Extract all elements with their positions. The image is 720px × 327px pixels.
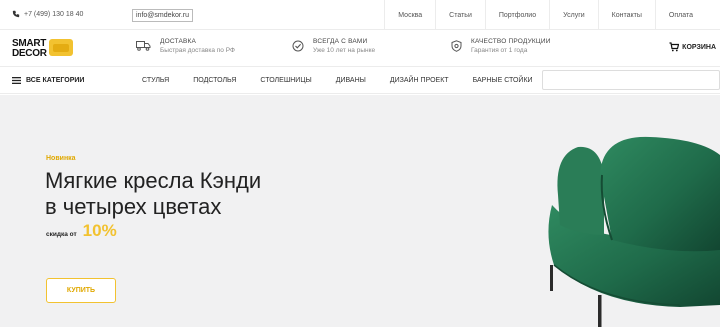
armchair-image (548, 136, 720, 327)
top-links: Москва Статьи Портфолио Услуги Контакты … (384, 0, 706, 30)
nav-item-chairs[interactable]: СТУЛЬЯ (130, 67, 181, 93)
phone-number[interactable]: +7 (499) 130 18 40 (24, 11, 83, 18)
search-input[interactable] (542, 70, 720, 90)
phone-icon (12, 10, 20, 18)
cart-button[interactable]: КОРЗИНА (669, 42, 716, 52)
nav-items: СТУЛЬЯ ПОДСТОЛЬЯ СТОЛЕШНИЦЫ ДИВАНЫ ДИЗАЙ… (130, 67, 545, 93)
check-circle-icon (292, 40, 304, 52)
toplink-payment[interactable]: Оплата (654, 0, 706, 30)
logo-text-line2: DECOR (12, 48, 47, 59)
logo-chair-icon (49, 39, 73, 56)
email-link[interactable]: info@smdekor.ru (132, 9, 194, 22)
phone-contact[interactable]: +7 (499) 130 18 40 (12, 10, 83, 18)
hero-title-line2: в четырех цветах (45, 194, 222, 219)
cart-label: КОРЗИНА (682, 43, 716, 51)
nav-item-bar-counters[interactable]: БАРНЫЕ СТОЙКИ (461, 67, 545, 93)
feature-always-with-you: ВСЕГДА С ВАМИ Уже 10 лет на рынке (292, 38, 375, 54)
new-badge: Новинка (46, 155, 76, 162)
discount-label: скидка от (46, 231, 77, 238)
feature-subtitle: Быстрая доставка по РФ (160, 47, 235, 54)
toplink-city[interactable]: Москва (384, 0, 435, 30)
shield-icon (451, 40, 462, 52)
feature-delivery: ДОСТАВКА Быстрая доставка по РФ (136, 38, 235, 54)
discount-block: скидка от 10% (46, 221, 117, 241)
logo[interactable]: SMART DECOR (12, 37, 73, 59)
hero-title: Мягкие кресла Кэнди в четырех цветах (45, 168, 345, 220)
header: SMART DECOR ДОСТАВКА Быстрая доставка по… (0, 30, 720, 64)
toplink-services[interactable]: Услуги (549, 0, 598, 30)
menu-icon (12, 76, 21, 84)
feature-title: КАЧЕСТВО ПРОДУКЦИИ (471, 38, 551, 45)
cart-icon (669, 42, 680, 52)
buy-button[interactable]: КУПИТЬ (46, 278, 116, 303)
feature-title: ВСЕГДА С ВАМИ (313, 38, 368, 45)
toplink-contacts[interactable]: Контакты (597, 0, 655, 30)
all-categories-label: ВСЕ КАТЕГОРИИ (26, 76, 85, 84)
toplink-portfolio[interactable]: Портфолио (484, 0, 549, 30)
truck-icon (136, 41, 151, 51)
feature-quality: КАЧЕСТВО ПРОДУКЦИИ Гарантия от 1 года (451, 38, 551, 54)
nav-item-sofas[interactable]: ДИВАНЫ (324, 67, 378, 93)
nav-item-design-project[interactable]: ДИЗАЙН ПРОЕКТ (378, 67, 461, 93)
feature-title: ДОСТАВКА (160, 38, 197, 45)
top-bar: +7 (499) 130 18 40 info@smdekor.ru Москв… (0, 0, 720, 30)
feature-subtitle: Уже 10 лет на рынке (313, 47, 376, 54)
nav-item-table-bases[interactable]: ПОДСТОЛЬЯ (181, 67, 248, 93)
all-categories-button[interactable]: ВСЕ КАТЕГОРИИ (12, 67, 84, 93)
main-nav: ВСЕ КАТЕГОРИИ СТУЛЬЯ ПОДСТОЛЬЯ СТОЛЕШНИЦ… (0, 66, 720, 94)
hero-banner: Новинка Мягкие кресла Кэнди в четырех цв… (0, 95, 720, 327)
discount-value: 10% (82, 221, 117, 240)
nav-item-tabletops[interactable]: СТОЛЕШНИЦЫ (248, 67, 323, 93)
feature-subtitle: Гарантия от 1 года (471, 47, 528, 54)
hero-title-line1: Мягкие кресла Кэнди (45, 168, 262, 193)
toplink-articles[interactable]: Статьи (435, 0, 485, 30)
